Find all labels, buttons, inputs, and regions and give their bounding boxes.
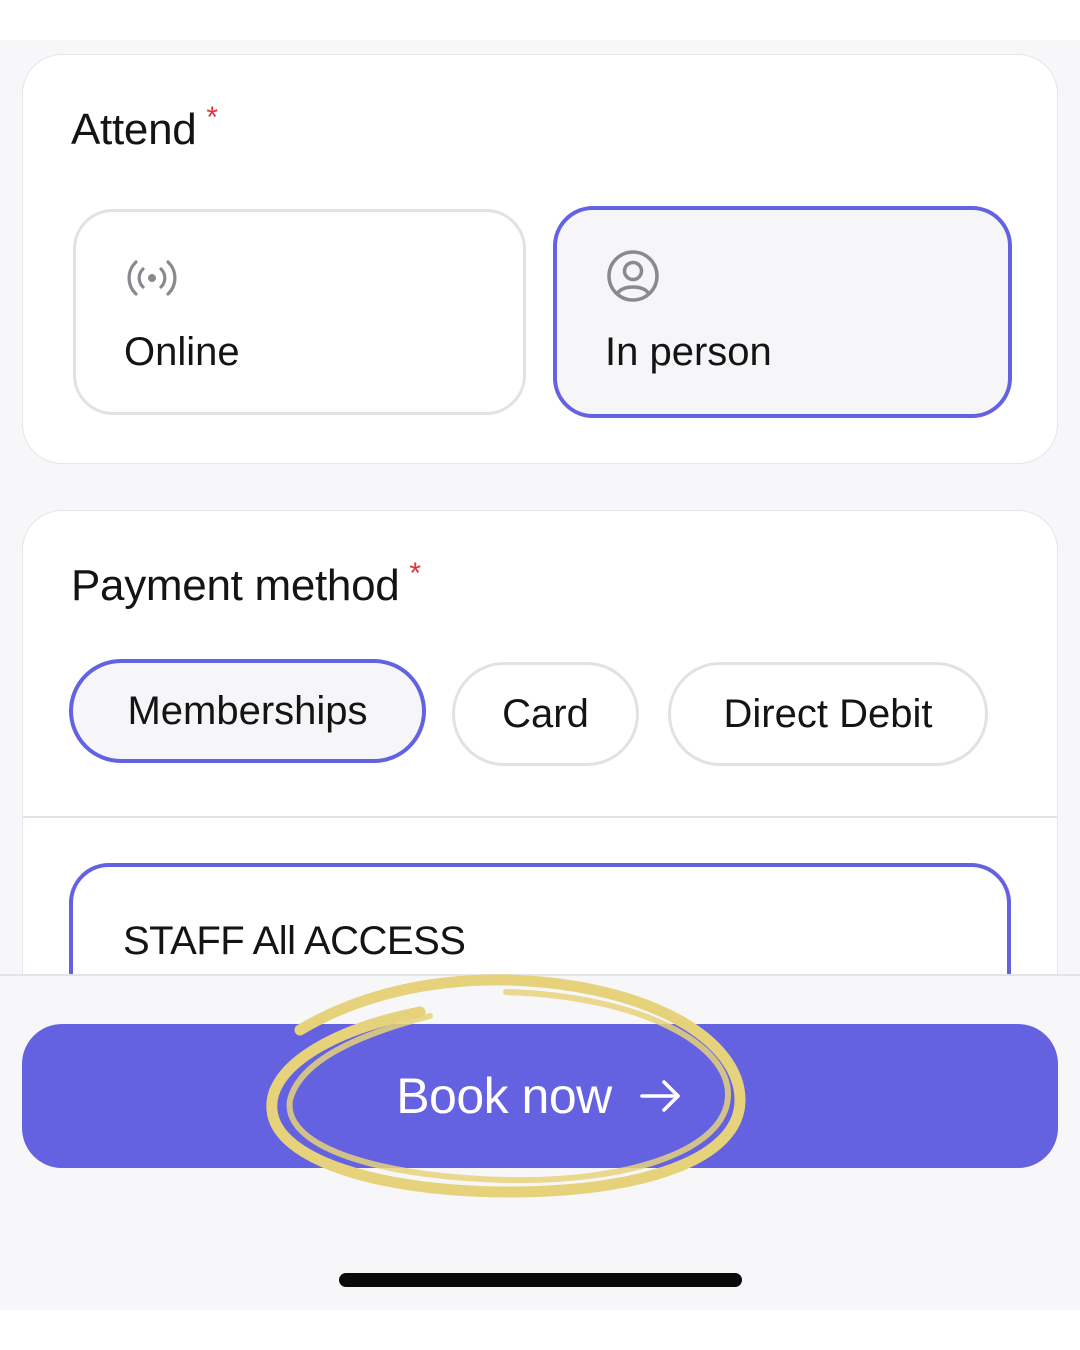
attend-option-in-person[interactable]: In person <box>553 206 1012 418</box>
attend-option-online[interactable]: Online <box>73 209 526 415</box>
payment-option-direct-debit[interactable]: Direct Debit <box>668 662 988 766</box>
payment-section: Payment method * Memberships Card Direct … <box>22 510 1058 1030</box>
home-indicator <box>339 1273 742 1287</box>
booking-screen: Attend * Online In person Payment method *… <box>0 40 1080 1310</box>
payment-title-text: Payment method <box>71 561 400 610</box>
membership-name: STAFF All ACCESS <box>123 919 466 963</box>
arrow-right-icon <box>639 1080 680 1112</box>
required-mark: * <box>206 101 218 134</box>
user-circle-icon <box>607 250 659 302</box>
payment-option-memberships[interactable]: Memberships <box>69 659 426 763</box>
attend-section: Attend * Online In person <box>22 54 1058 464</box>
broadcast-icon <box>127 260 177 296</box>
attend-option-label: In person <box>605 330 772 374</box>
book-now-button[interactable]: Book now <box>22 1024 1058 1168</box>
attend-option-label: Online <box>124 330 240 374</box>
attend-title-text: Attend <box>71 105 197 154</box>
attend-title: Attend * <box>71 101 218 155</box>
bottom-action-bar: Book now <box>0 974 1080 1310</box>
required-mark: * <box>409 557 421 590</box>
section-divider <box>23 816 1057 818</box>
payment-option-card[interactable]: Card <box>452 662 639 766</box>
book-now-label: Book now <box>396 1068 612 1124</box>
payment-title: Payment method * <box>71 557 421 611</box>
